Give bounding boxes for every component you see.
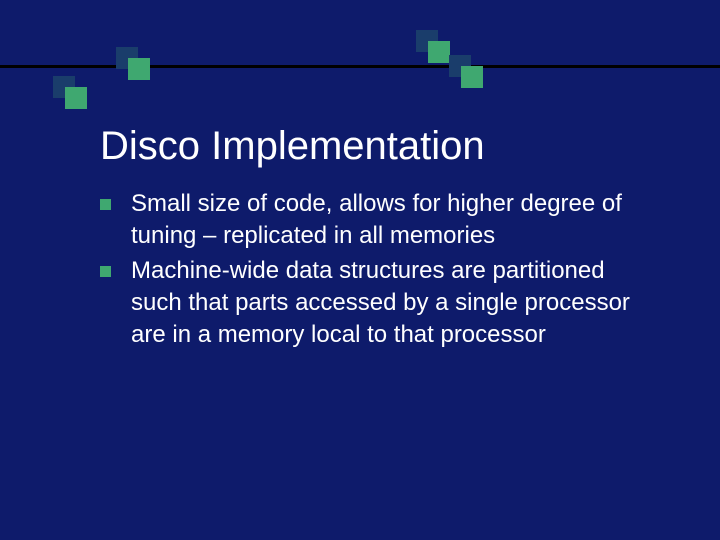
bullet-text: Machine-wide data structures are partiti… (131, 255, 660, 350)
deco-square (428, 41, 450, 63)
header-decoration (0, 0, 720, 106)
deco-square (461, 66, 483, 88)
bullet-text: Small size of code, allows for higher de… (131, 188, 660, 251)
header-line (0, 65, 720, 68)
slide-title: Disco Implementation (100, 124, 485, 169)
bullet-icon (100, 199, 111, 210)
list-item: Machine-wide data structures are partiti… (100, 255, 660, 350)
list-item: Small size of code, allows for higher de… (100, 188, 660, 251)
deco-square (65, 87, 87, 109)
deco-square (128, 58, 150, 80)
slide-body: Small size of code, allows for higher de… (100, 188, 660, 354)
bullet-icon (100, 266, 111, 277)
